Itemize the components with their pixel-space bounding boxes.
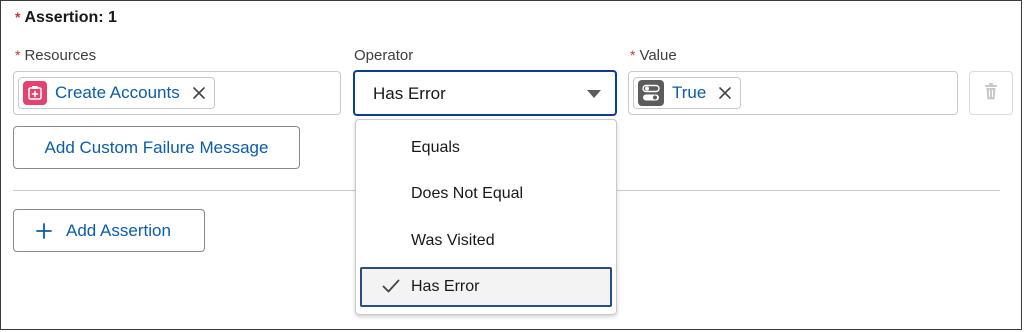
- assertion-heading: * Assertion: 1: [15, 9, 117, 27]
- resources-label: * Resources: [15, 47, 97, 64]
- chevron-down-icon: [587, 90, 601, 98]
- value-field[interactable]: True: [628, 71, 958, 115]
- assertion-title: Assertion: 1: [24, 9, 117, 26]
- resources-field[interactable]: Create Accounts: [13, 71, 341, 115]
- delete-assertion-button[interactable]: [969, 71, 1013, 115]
- operator-selected-value: Has Error: [373, 84, 446, 103]
- resource-pill[interactable]: Create Accounts: [18, 77, 215, 109]
- value-pill[interactable]: True: [633, 77, 742, 109]
- required-marker: *: [15, 9, 21, 25]
- operator-dropdown-menu: Equals Does Not Equal Was Visited Has Er…: [355, 119, 617, 315]
- operator-option-equals[interactable]: Equals: [360, 129, 612, 167]
- trash-icon: [983, 82, 999, 105]
- operator-option-does-not-equal[interactable]: Does Not Equal: [360, 175, 612, 213]
- resource-icon: [23, 81, 47, 105]
- checkmark-icon: [382, 278, 400, 294]
- operator-option-has-error[interactable]: Has Error: [360, 267, 612, 307]
- close-icon[interactable]: [718, 86, 732, 100]
- add-assertion-label: Add Assertion: [66, 220, 171, 240]
- toggle-icon: [638, 80, 664, 106]
- resource-pill-label: Create Accounts: [55, 83, 180, 102]
- assertion-panel: * Assertion: 1 * Resources Create Accounts…: [0, 0, 1022, 330]
- required-marker: *: [630, 47, 636, 63]
- add-assertion-button[interactable]: Add Assertion: [13, 209, 205, 252]
- close-icon[interactable]: [192, 86, 206, 100]
- plus-icon: [36, 222, 52, 239]
- required-marker: *: [15, 47, 21, 63]
- operator-option-was-visited[interactable]: Was Visited: [360, 222, 612, 260]
- operator-label: Operator: [354, 47, 414, 64]
- value-pill-label: True: [672, 83, 707, 102]
- add-custom-failure-message-button[interactable]: Add Custom Failure Message: [13, 126, 300, 169]
- operator-combobox[interactable]: Has Error: [353, 70, 617, 116]
- value-label: * Value: [630, 47, 677, 64]
